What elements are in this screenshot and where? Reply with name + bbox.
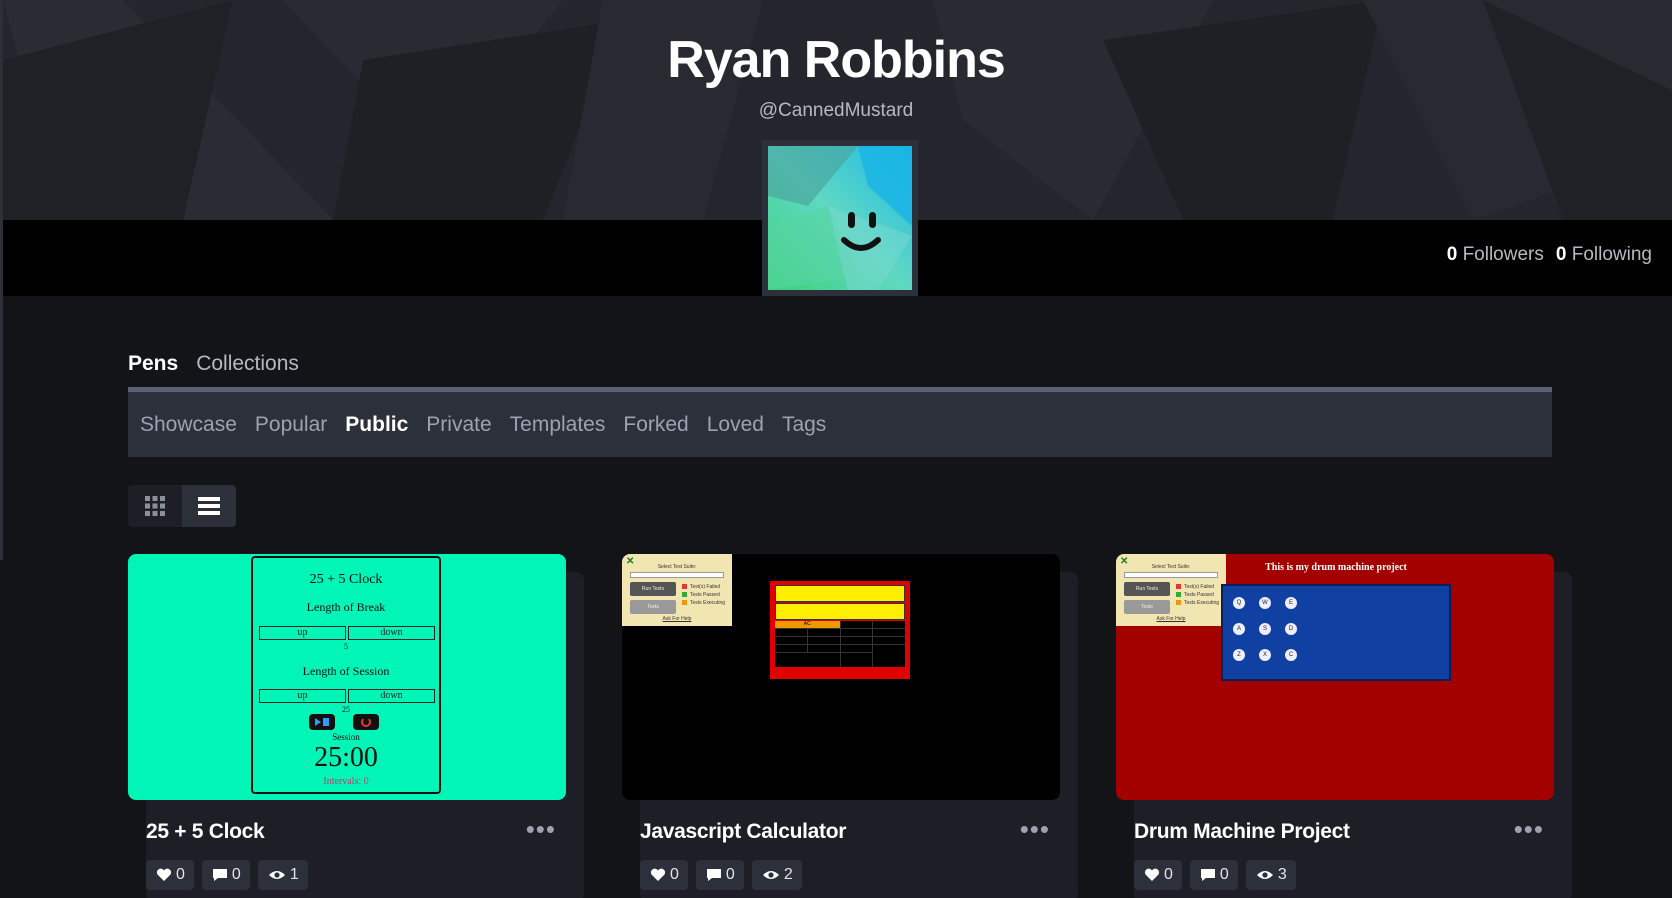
profile-name: Ryan Robbins — [667, 31, 1006, 89]
more-options-button[interactable]: ••• — [1020, 816, 1050, 842]
play-pause-icon — [309, 714, 335, 730]
pen-card: ✕ Select Test Suite: Run Tests Tests Tes… — [622, 554, 1078, 898]
test-suite-panel: ✕ Select Test Suite: Run Tests Tests Tes… — [1116, 554, 1226, 626]
like-button[interactable]: 0 — [146, 860, 194, 890]
pen-card: ✕ Select Test Suite: Run Tests Tests Tes… — [1116, 554, 1572, 898]
views-button[interactable]: 3 — [1245, 860, 1296, 890]
comments-button[interactable]: 0 — [1189, 860, 1238, 890]
views-button[interactable]: 2 — [751, 860, 802, 890]
grid-view-button[interactable] — [128, 485, 182, 527]
heart-icon — [1144, 868, 1160, 881]
test-suite-panel: ✕ Select Test Suite: Run Tests Tests Tes… — [622, 554, 732, 626]
clock-preview: 25 + 5 Clock Length of Break up down 5 L… — [251, 556, 441, 794]
avatar[interactable] — [762, 140, 918, 296]
filter-forked[interactable]: Forked — [623, 413, 688, 437]
pen-title[interactable]: 25 + 5 Clock — [146, 820, 265, 844]
pen-stats: 0 0 3 — [1134, 860, 1296, 890]
eye-icon — [762, 871, 779, 879]
list-icon — [198, 497, 220, 515]
drum-pad-grid: Q W E A S D Z X C — [1221, 584, 1451, 681]
more-options-button[interactable]: ••• — [1514, 816, 1544, 842]
filter-templates[interactable]: Templates — [510, 413, 606, 437]
pen-title[interactable]: Drum Machine Project — [1134, 820, 1350, 844]
tab-pens[interactable]: Pens — [128, 352, 178, 376]
reset-icon — [353, 714, 379, 730]
view-toggle — [128, 485, 236, 527]
following-link[interactable]: 0 Following — [1556, 244, 1652, 266]
views-button[interactable]: 1 — [257, 860, 308, 890]
like-button[interactable]: 0 — [640, 860, 688, 890]
grid-icon — [145, 496, 165, 516]
followers-link[interactable]: 0 Followers — [1447, 244, 1544, 266]
tab-collections[interactable]: Collections — [196, 352, 299, 376]
comment-icon — [212, 869, 227, 881]
filter-private[interactable]: Private — [426, 413, 491, 437]
filter-loved[interactable]: Loved — [707, 413, 764, 437]
eye-icon — [1256, 871, 1273, 879]
pen-preview[interactable]: ✕ Select Test Suite: Run Tests Tests Tes… — [622, 554, 1060, 800]
profile-handle[interactable]: @CannedMustard — [0, 100, 1672, 122]
heart-icon — [650, 868, 666, 881]
eye-icon — [268, 871, 285, 879]
pen-preview[interactable]: ✕ Select Test Suite: Run Tests Tests Tes… — [1116, 554, 1554, 800]
comments-button[interactable]: 0 — [695, 860, 744, 890]
calculator-preview: AC — [770, 581, 910, 679]
profile-tabs: Pens Collections — [128, 352, 299, 376]
follow-stats: 0 Followers 0 Following — [1447, 244, 1652, 266]
comments-button[interactable]: 0 — [201, 860, 250, 890]
pen-stats: 0 0 2 — [640, 860, 802, 890]
heart-icon — [156, 868, 172, 881]
pen-title[interactable]: Javascript Calculator — [640, 820, 846, 844]
filter-public[interactable]: Public — [345, 413, 408, 437]
more-options-button[interactable]: ••• — [526, 816, 556, 842]
filter-popular[interactable]: Popular — [255, 413, 327, 437]
pen-stats: 0 0 1 — [146, 860, 308, 890]
filter-tags[interactable]: Tags — [782, 413, 826, 437]
pens-filter-nav: Showcase Popular Public Private Template… — [128, 387, 1552, 457]
list-view-button[interactable] — [182, 485, 236, 527]
avatar-face-icon — [768, 146, 912, 290]
like-button[interactable]: 0 — [1134, 860, 1182, 890]
filter-showcase[interactable]: Showcase — [140, 413, 237, 437]
comment-icon — [706, 869, 721, 881]
pen-card: 25 + 5 Clock Length of Break up down 5 L… — [128, 554, 584, 898]
comment-icon — [1200, 869, 1215, 881]
pen-preview[interactable]: 25 + 5 Clock Length of Break up down 5 L… — [128, 554, 566, 800]
